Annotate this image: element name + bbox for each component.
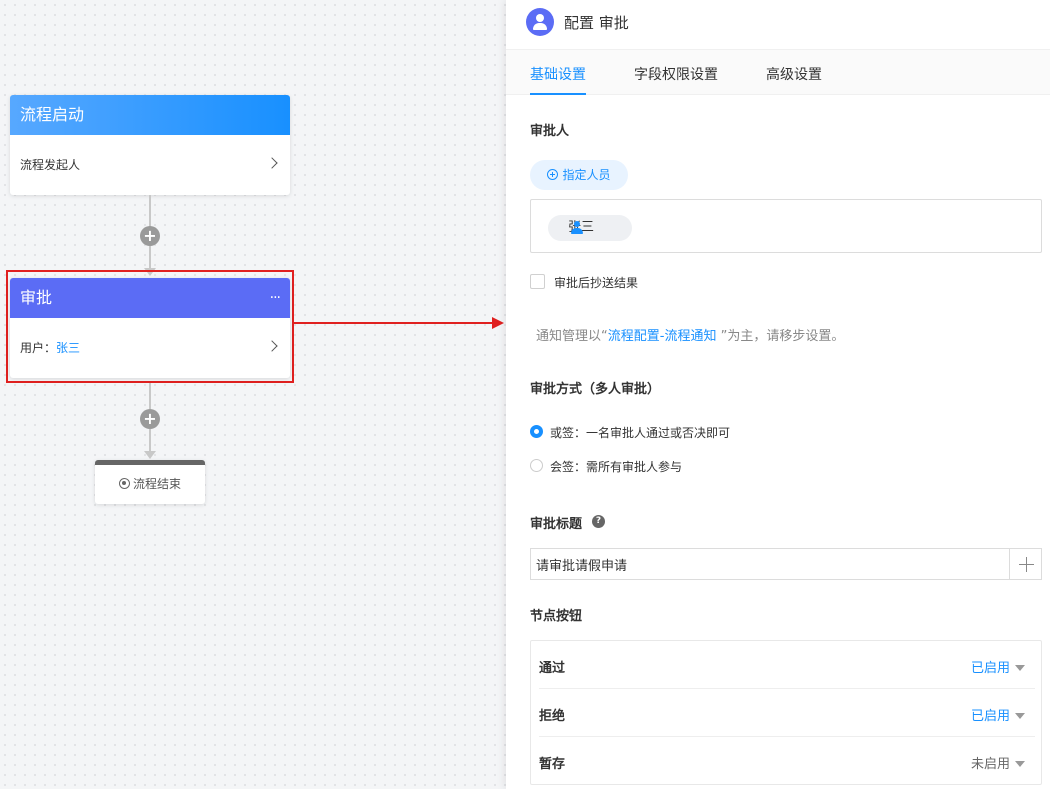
end-circle-icon	[118, 478, 130, 489]
tab-advanced-settings[interactable]: 高级设置	[766, 64, 822, 84]
selected-users-box: 张三	[530, 199, 1042, 253]
add-node-button[interactable]: +	[140, 226, 160, 246]
connector-line	[149, 383, 151, 409]
start-node[interactable]: 流程启动 流程发起人	[10, 95, 290, 195]
approve-node-header: 审批 ···	[10, 278, 290, 318]
list-item: 通过 已启用	[539, 641, 1035, 689]
arrow-down-icon	[144, 451, 156, 459]
tab-field-permissions[interactable]: 字段权限设置	[634, 64, 718, 84]
chevron-right-icon	[266, 340, 278, 352]
end-node[interactable]: 流程结束	[95, 460, 205, 504]
radio-or-sign[interactable]	[530, 425, 543, 438]
button-status-text: 未启用	[970, 757, 1010, 772]
connector-line	[149, 429, 151, 451]
start-node-title: 流程启动	[10, 95, 290, 135]
approval-method-label: 审批方式（多人审批）	[530, 382, 661, 397]
start-node-body[interactable]: 流程发起人	[10, 135, 290, 195]
approve-node[interactable]: 审批 ··· 用户：张三	[10, 278, 290, 378]
button-status-text: 已启用	[970, 709, 1010, 724]
approve-node-title: 审批	[20, 288, 53, 307]
list-item: 暂存 未启用	[539, 737, 1035, 785]
add-field-button[interactable]	[1009, 548, 1042, 580]
notification-notice: 通知管理以“流程配置-流程通知 ”为主，请移步设置。	[536, 325, 844, 344]
button-status-dropdown[interactable]: 已启用	[971, 705, 1025, 724]
button-status-dropdown[interactable]: 已启用	[971, 657, 1025, 676]
help-icon[interactable]: ?	[592, 515, 605, 528]
notice-link[interactable]: 流程配置-流程通知	[608, 329, 717, 344]
button-status-dropdown[interactable]: 未启用	[971, 753, 1025, 772]
node-buttons-label: 节点按钮	[530, 609, 583, 624]
radio-countersign-label[interactable]: 会签：需所有审批人参与	[550, 458, 682, 475]
notice-suffix: ”为主，请移步设置。	[716, 329, 845, 344]
caret-down-icon	[1015, 665, 1025, 671]
approver-label: 审批人	[530, 124, 570, 139]
panel-title: 配置 审批	[564, 14, 629, 32]
node-buttons-list: 通过 已启用 拒绝 已启用 暂存 未启用	[530, 640, 1042, 785]
approval-title-input[interactable]	[530, 548, 1010, 580]
user-avatar-icon	[526, 8, 554, 36]
flow-canvas[interactable]: 流程启动 流程发起人 + 审批 ··· 用户：张三 + 流程结束	[0, 0, 506, 789]
radio-or-sign-label[interactable]: 或签：一名审批人通过或否决即可	[550, 424, 730, 441]
plus-circle-icon	[547, 169, 559, 180]
more-options-icon[interactable]: ···	[270, 278, 281, 318]
config-panel: 配置 审批 基础设置 字段权限设置 高级设置 审批人 指定人员 张三 审批后抄送…	[506, 0, 1050, 789]
annotation-arrow-head-icon	[492, 317, 504, 329]
caret-down-icon	[1015, 713, 1025, 719]
tab-basic-settings[interactable]: 基础设置	[530, 64, 586, 84]
approve-node-user-label: 用户：	[20, 341, 57, 355]
user-chip[interactable]: 张三	[548, 215, 632, 241]
button-name: 拒绝	[539, 709, 566, 724]
cc-result-label: 审批后抄送结果	[554, 276, 639, 290]
panel-header: 配置 审批	[506, 0, 1050, 50]
user-icon	[571, 221, 583, 235]
assign-person-label: 指定人员	[562, 168, 611, 182]
end-node-label: 流程结束	[132, 477, 181, 491]
caret-down-icon	[1015, 761, 1025, 767]
tab-bar: 基础设置 字段权限设置 高级设置	[506, 50, 1050, 95]
active-tab-indicator	[530, 93, 586, 95]
approve-node-user-value: 张三	[56, 341, 81, 355]
button-name: 通过	[539, 661, 566, 676]
add-node-button[interactable]: +	[140, 409, 160, 429]
approval-title-label: 审批标题	[530, 517, 583, 532]
annotation-arrow-line	[294, 322, 492, 324]
approve-node-body[interactable]: 用户：张三	[10, 318, 290, 378]
radio-countersign[interactable]	[530, 459, 543, 472]
cc-result-checkbox[interactable]	[530, 274, 545, 289]
connector-line	[149, 246, 151, 268]
button-name: 暂存	[539, 757, 566, 772]
start-node-initiator: 流程发起人	[20, 158, 81, 172]
notice-prefix: 通知管理以“	[536, 329, 608, 344]
assign-person-button[interactable]: 指定人员	[530, 160, 628, 190]
chevron-right-icon	[266, 157, 278, 169]
button-status-text: 已启用	[970, 661, 1010, 676]
list-item: 拒绝 已启用	[539, 689, 1035, 737]
